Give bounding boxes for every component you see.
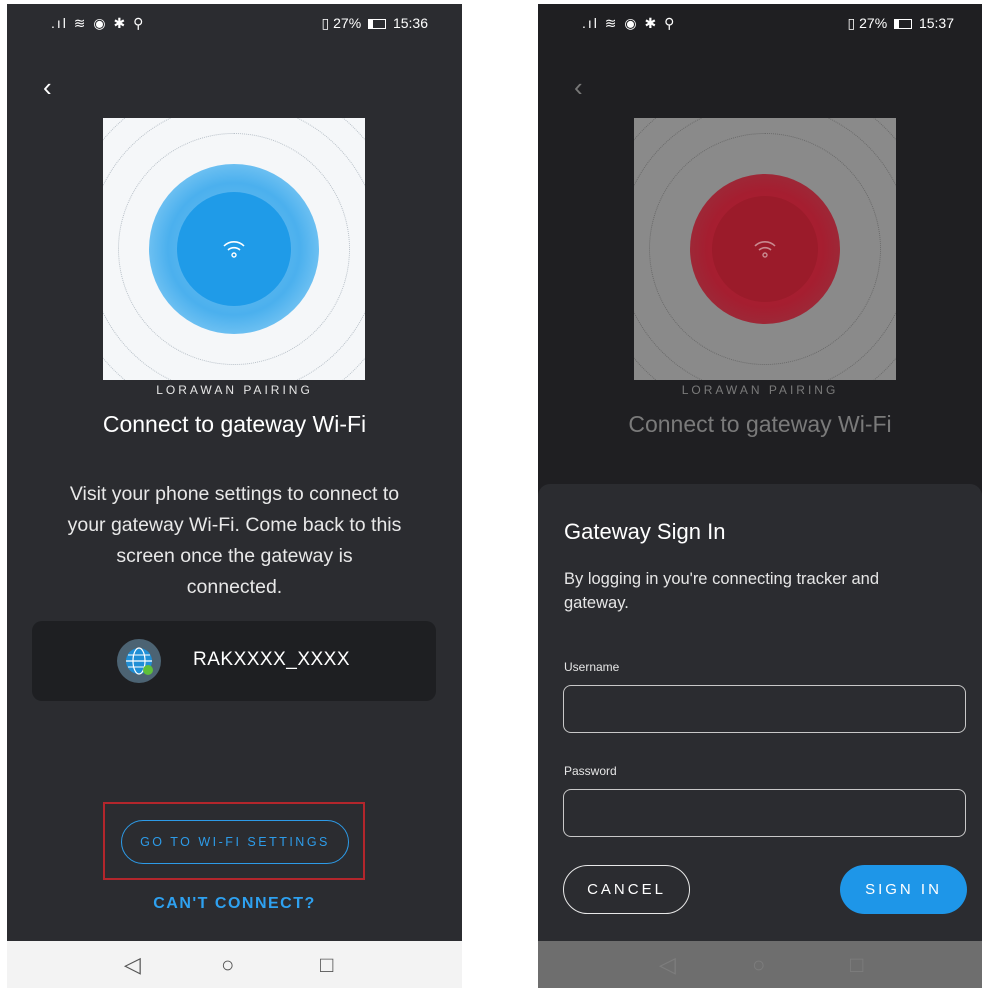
highlight-box: GO TO WI-FI SETTINGS — [103, 802, 365, 880]
back-chevron-icon: ‹ — [574, 72, 583, 102]
home-nav-icon: ○ — [752, 952, 766, 977]
instructions-text: Visit your phone settings to connect to … — [67, 483, 402, 598]
back-nav-icon[interactable]: ◁ — [124, 952, 141, 978]
battery-icon — [368, 19, 387, 30]
dialog-title: Gateway Sign In — [564, 519, 726, 544]
gateway-sign-in-screen: .ıl ≋ ◉ ✱ ⚲ ▯ 27% 15:37 ‹ LORAWAN PAIRIN… — [538, 4, 982, 988]
section-subtitle: LORAWAN PAIRING — [156, 383, 313, 397]
globe-icon — [117, 639, 161, 683]
password-input[interactable] — [563, 789, 966, 837]
battery-percent: 27% — [859, 15, 888, 31]
vibrate-icon: ▯ — [321, 15, 330, 31]
cant-connect-link[interactable]: CAN'T CONNECT? — [7, 895, 462, 913]
sign-in-dialog: Gateway Sign In By logging in you're con… — [538, 484, 982, 941]
page-title: Connect to gateway Wi-Fi — [628, 411, 892, 437]
clock: 15:37 — [918, 15, 954, 31]
recents-nav-icon[interactable]: □ — [320, 952, 333, 978]
username-input[interactable] — [563, 685, 966, 733]
home-nav-icon[interactable]: ○ — [221, 952, 234, 978]
recents-nav-icon: □ — [850, 952, 864, 977]
pairing-illustration — [103, 118, 365, 380]
wifi-icon — [754, 241, 776, 258]
system-nav-bar: ◁ ○ □ — [7, 941, 462, 988]
signal-icons: .ıl ≋ ◉ ✱ ⚲ — [582, 15, 677, 31]
system-nav-bar: ◁ ○ □ — [538, 941, 982, 988]
wifi-icon — [223, 241, 245, 258]
battery-percent: 27% — [333, 15, 362, 31]
clock: 15:36 — [392, 15, 428, 31]
status-bar: .ıl ≋ ◉ ✱ ⚲ ▯ 27% 15:37 — [538, 4, 982, 44]
password-label: Password — [564, 764, 617, 778]
page-title: Connect to gateway Wi-Fi — [102, 411, 367, 437]
go-to-wifi-settings-button[interactable]: GO TO WI-FI SETTINGS — [121, 820, 349, 864]
section-subtitle: LORAWAN PAIRING — [681, 383, 839, 397]
wifi-network-card[interactable]: RAKXXXX_XXXX — [32, 621, 436, 701]
vibrate-icon: ▯ — [847, 15, 856, 31]
wifi-pairing-screen: .ıl ≋ ◉ ✱ ⚲ ▯ 27% 15:36 ‹ LORAWAN PAIRIN… — [7, 4, 462, 988]
sign-in-button[interactable]: SIGN IN — [840, 865, 967, 914]
pairing-illustration — [634, 118, 896, 380]
status-bar: .ıl ≋ ◉ ✱ ⚲ ▯ 27% 15:36 — [7, 4, 462, 44]
cancel-button[interactable]: CANCEL — [563, 865, 690, 914]
network-name: RAKXXXX_XXXX — [193, 649, 351, 670]
username-label: Username — [564, 660, 620, 674]
battery-icon — [894, 19, 913, 30]
signal-icons: .ıl ≋ ◉ ✱ ⚲ — [51, 15, 146, 31]
dialog-description: By logging in you're connecting tracker … — [564, 570, 880, 612]
back-nav-icon: ◁ — [659, 952, 676, 977]
back-chevron-icon[interactable]: ‹ — [43, 74, 52, 100]
